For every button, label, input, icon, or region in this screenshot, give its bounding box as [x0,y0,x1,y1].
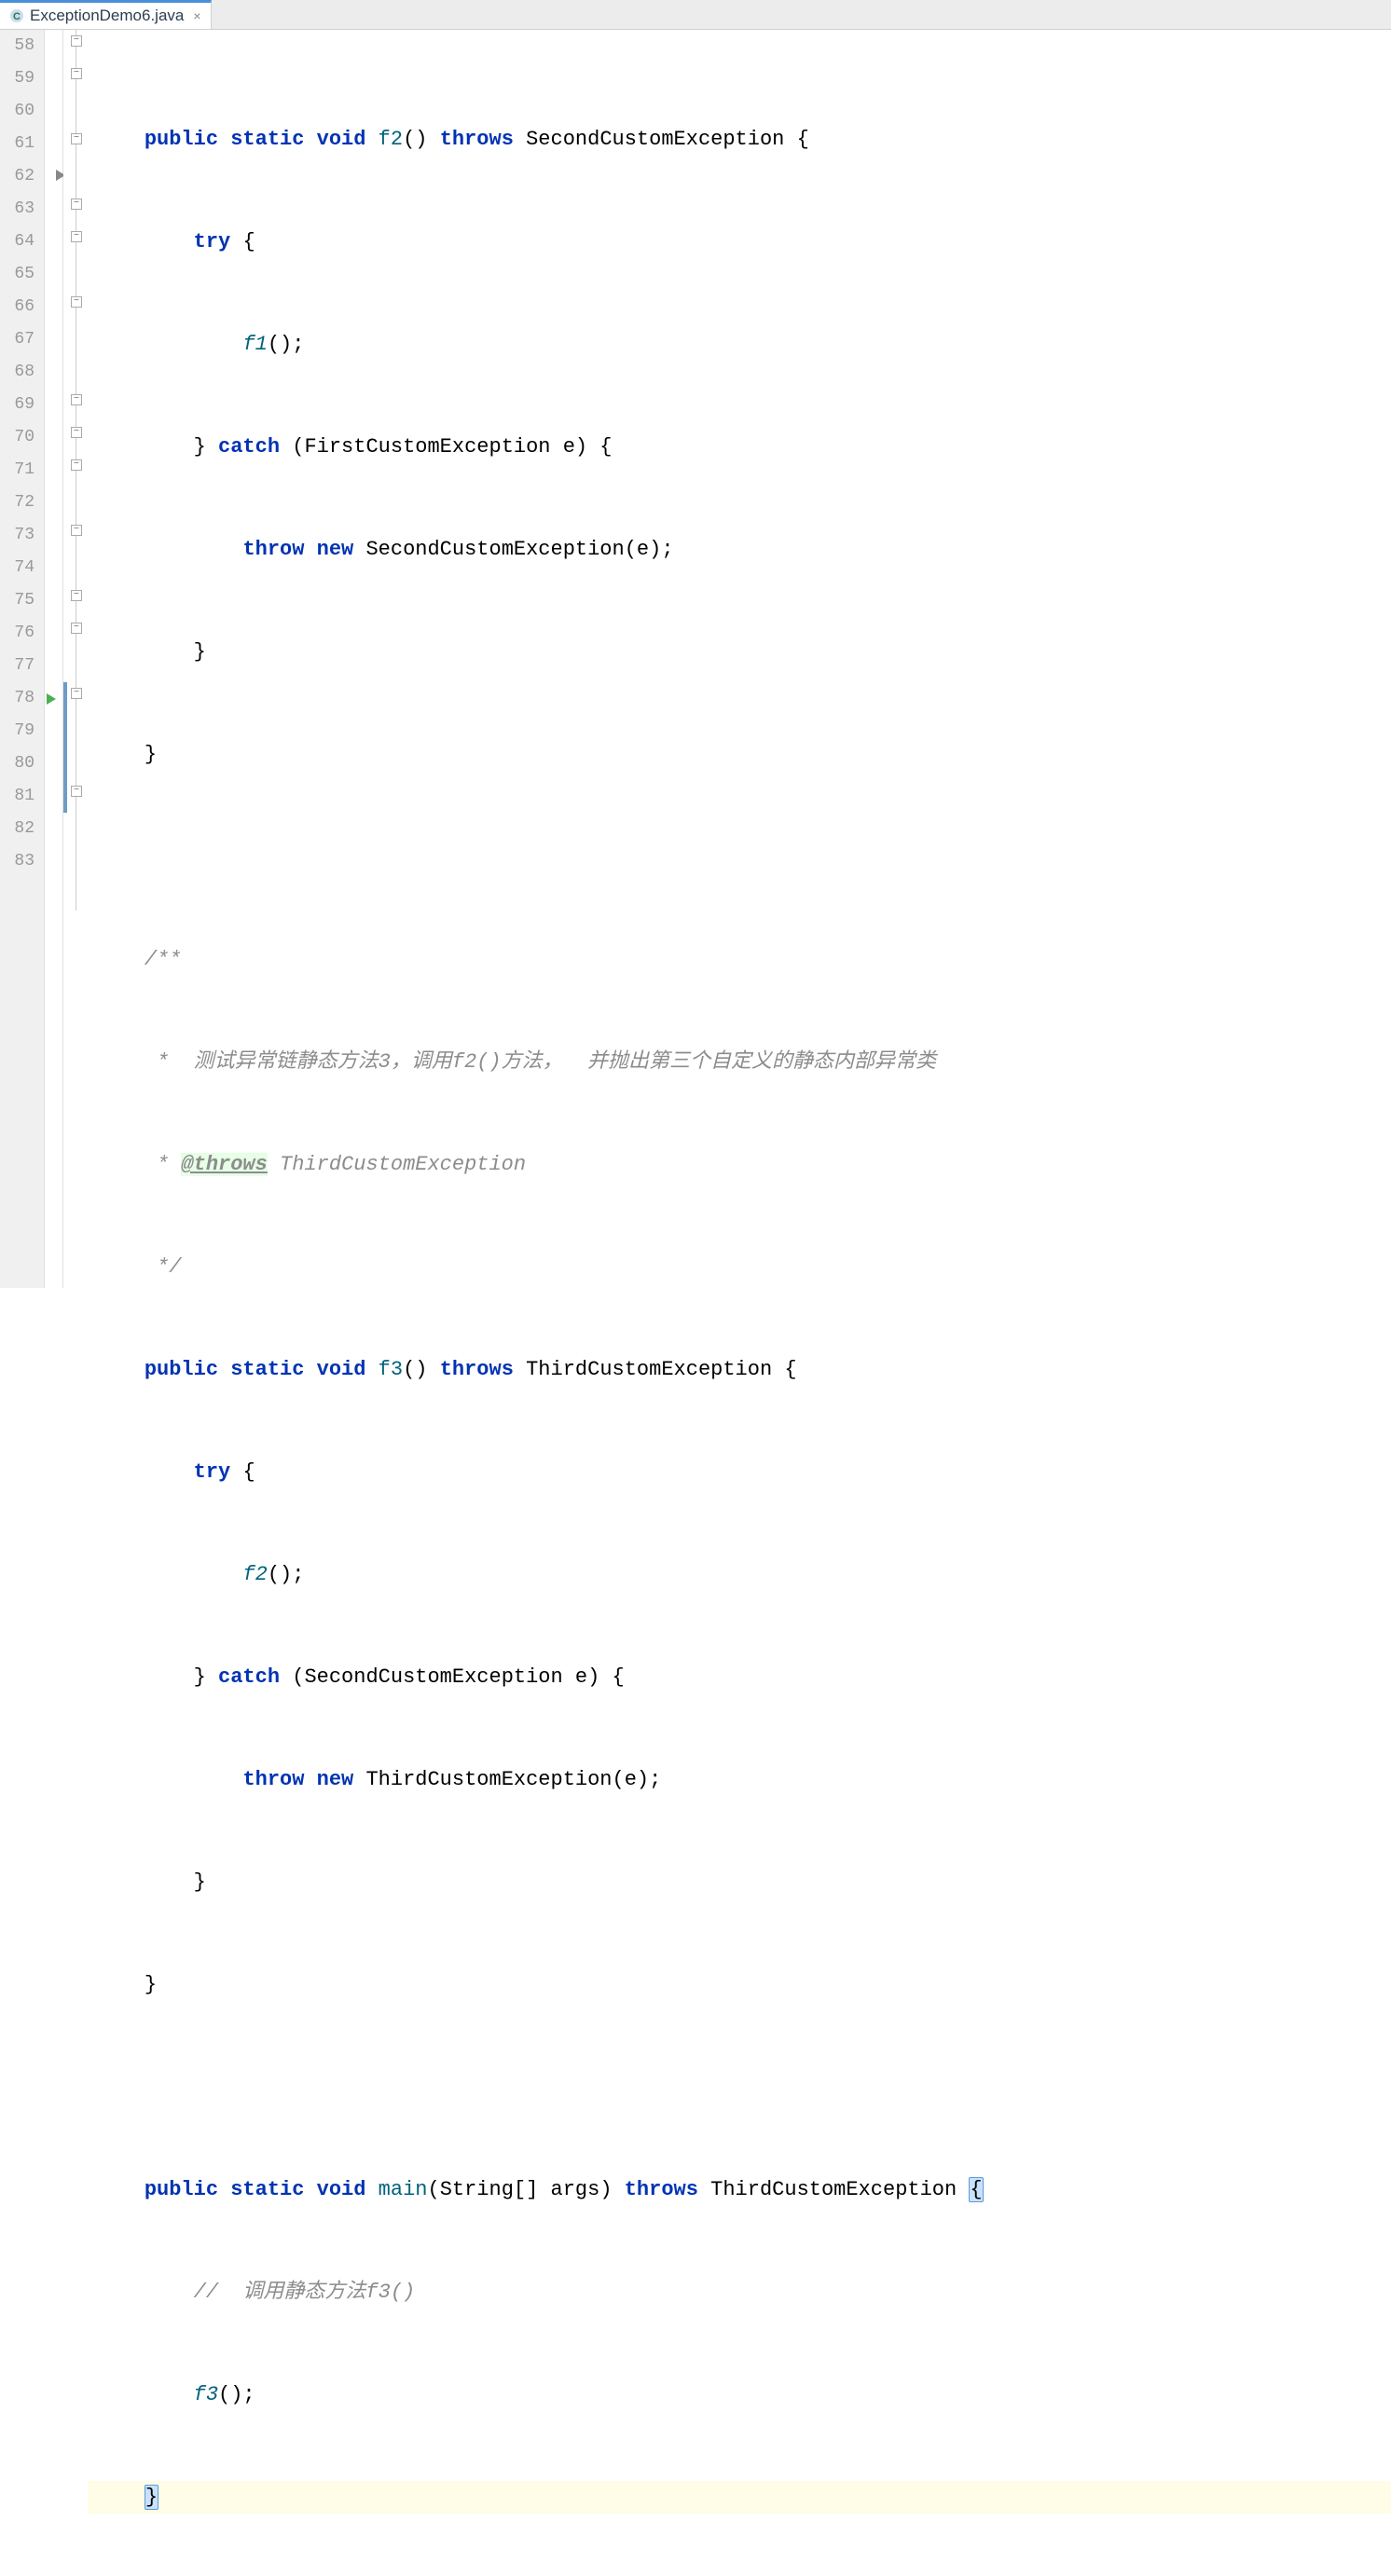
code-line[interactable]: try { [88,226,1391,258]
fold-toggle-icon[interactable]: − [71,231,82,242]
close-icon[interactable]: × [193,8,200,23]
fold-gutter[interactable]: − − − − − − − − − − − − − − [69,30,88,1288]
editor-area[interactable]: 5859606162636465666768697071727374757677… [0,30,1391,1288]
fold-toggle-icon[interactable]: − [71,199,82,210]
line-number[interactable]: 78 [0,682,34,715]
code-area[interactable]: public static void f2() throws SecondCus… [88,30,1391,1288]
line-number[interactable]: 81 [0,780,34,813]
code-line[interactable]: public static void f2() throws SecondCus… [88,123,1391,156]
fold-toggle-icon[interactable]: − [71,459,82,471]
code-line[interactable]: f3(); [88,2378,1391,2411]
code-line[interactable]: } catch (SecondCustomException e) { [88,1661,1391,1693]
line-number[interactable]: 74 [0,552,34,584]
tab-filename: ExceptionDemo6.java [30,7,184,25]
code-line[interactable]: public static void f3() throws ThirdCust… [88,1353,1391,1386]
fold-toggle-icon[interactable]: − [71,786,82,797]
line-number[interactable]: 77 [0,650,34,682]
tab-bar: C ExceptionDemo6.java × [0,0,1391,30]
code-line[interactable]: } [88,636,1391,668]
fold-toggle-icon[interactable]: − [71,35,82,47]
code-line[interactable]: f1(); [88,328,1391,361]
code-line[interactable]: } [88,1968,1391,2001]
code-line[interactable]: } [88,738,1391,771]
line-number[interactable]: 75 [0,584,34,617]
code-line-current[interactable]: } [88,2481,1391,2514]
line-number[interactable]: 59 [0,62,34,95]
code-line[interactable]: * 测试异常链静态方法3，调用f2()方法， 并抛出第三个自定义的静态内部异常类 [88,1046,1391,1078]
line-number[interactable]: 80 [0,747,34,780]
code-line[interactable] [88,841,1391,873]
code-line[interactable]: * @throws ThirdCustomException [88,1148,1391,1181]
line-number[interactable]: 66 [0,291,34,323]
line-number[interactable]: 62 [0,160,34,193]
line-number[interactable]: 71 [0,454,34,486]
line-number[interactable]: 69 [0,389,34,421]
editor-tab[interactable]: C ExceptionDemo6.java × [0,0,212,29]
code-line[interactable]: } [88,1866,1391,1898]
line-number[interactable]: 65 [0,258,34,291]
fold-toggle-icon[interactable]: − [71,623,82,634]
run-icon[interactable] [47,693,56,705]
line-number[interactable]: 82 [0,813,34,845]
fold-toggle-icon[interactable]: − [71,68,82,79]
code-line[interactable] [88,2071,1391,2103]
code-line[interactable]: throw new SecondCustomException(e); [88,533,1391,566]
line-number-gutter[interactable]: 5859606162636465666768697071727374757677… [0,30,45,1288]
code-line[interactable]: try { [88,1456,1391,1488]
java-class-icon: C [9,8,24,23]
code-line[interactable]: // 调用静态方法f3() [88,2276,1391,2309]
line-number[interactable]: 61 [0,128,34,160]
line-number[interactable]: 67 [0,323,34,356]
line-number[interactable]: 64 [0,226,34,258]
line-number[interactable]: 63 [0,193,34,226]
line-number[interactable]: 73 [0,519,34,552]
line-number[interactable]: 79 [0,715,34,747]
bracket-match-open: { [969,2177,983,2202]
fold-toggle-icon[interactable]: − [71,394,82,405]
fold-toggle-icon[interactable]: − [71,296,82,308]
line-number[interactable]: 60 [0,95,34,128]
line-number[interactable]: 68 [0,356,34,389]
fold-toggle-icon[interactable]: − [71,688,82,699]
fold-toggle-icon[interactable]: − [71,590,82,601]
bracket-match-close: } [145,2485,158,2510]
fold-toggle-icon[interactable]: − [71,525,82,536]
code-line[interactable]: } catch (FirstCustomException e) { [88,431,1391,463]
code-line[interactable]: throw new ThirdCustomException(e); [88,1763,1391,1796]
marker-gutter [45,30,63,1288]
fold-toggle-icon[interactable]: − [71,427,82,438]
fold-toggle-icon[interactable]: − [71,133,82,144]
line-number[interactable]: 58 [0,30,34,62]
line-number[interactable]: 76 [0,617,34,650]
code-line[interactable]: /** [88,943,1391,976]
line-number[interactable]: 83 [0,845,34,878]
line-number[interactable]: 72 [0,486,34,519]
code-line[interactable]: public static void main(String[] args) t… [88,2173,1391,2206]
change-marker [63,682,67,813]
code-line[interactable]: */ [88,1251,1391,1283]
line-number[interactable]: 70 [0,421,34,454]
svg-text:C: C [13,11,21,22]
code-line[interactable]: f2(); [88,1558,1391,1591]
